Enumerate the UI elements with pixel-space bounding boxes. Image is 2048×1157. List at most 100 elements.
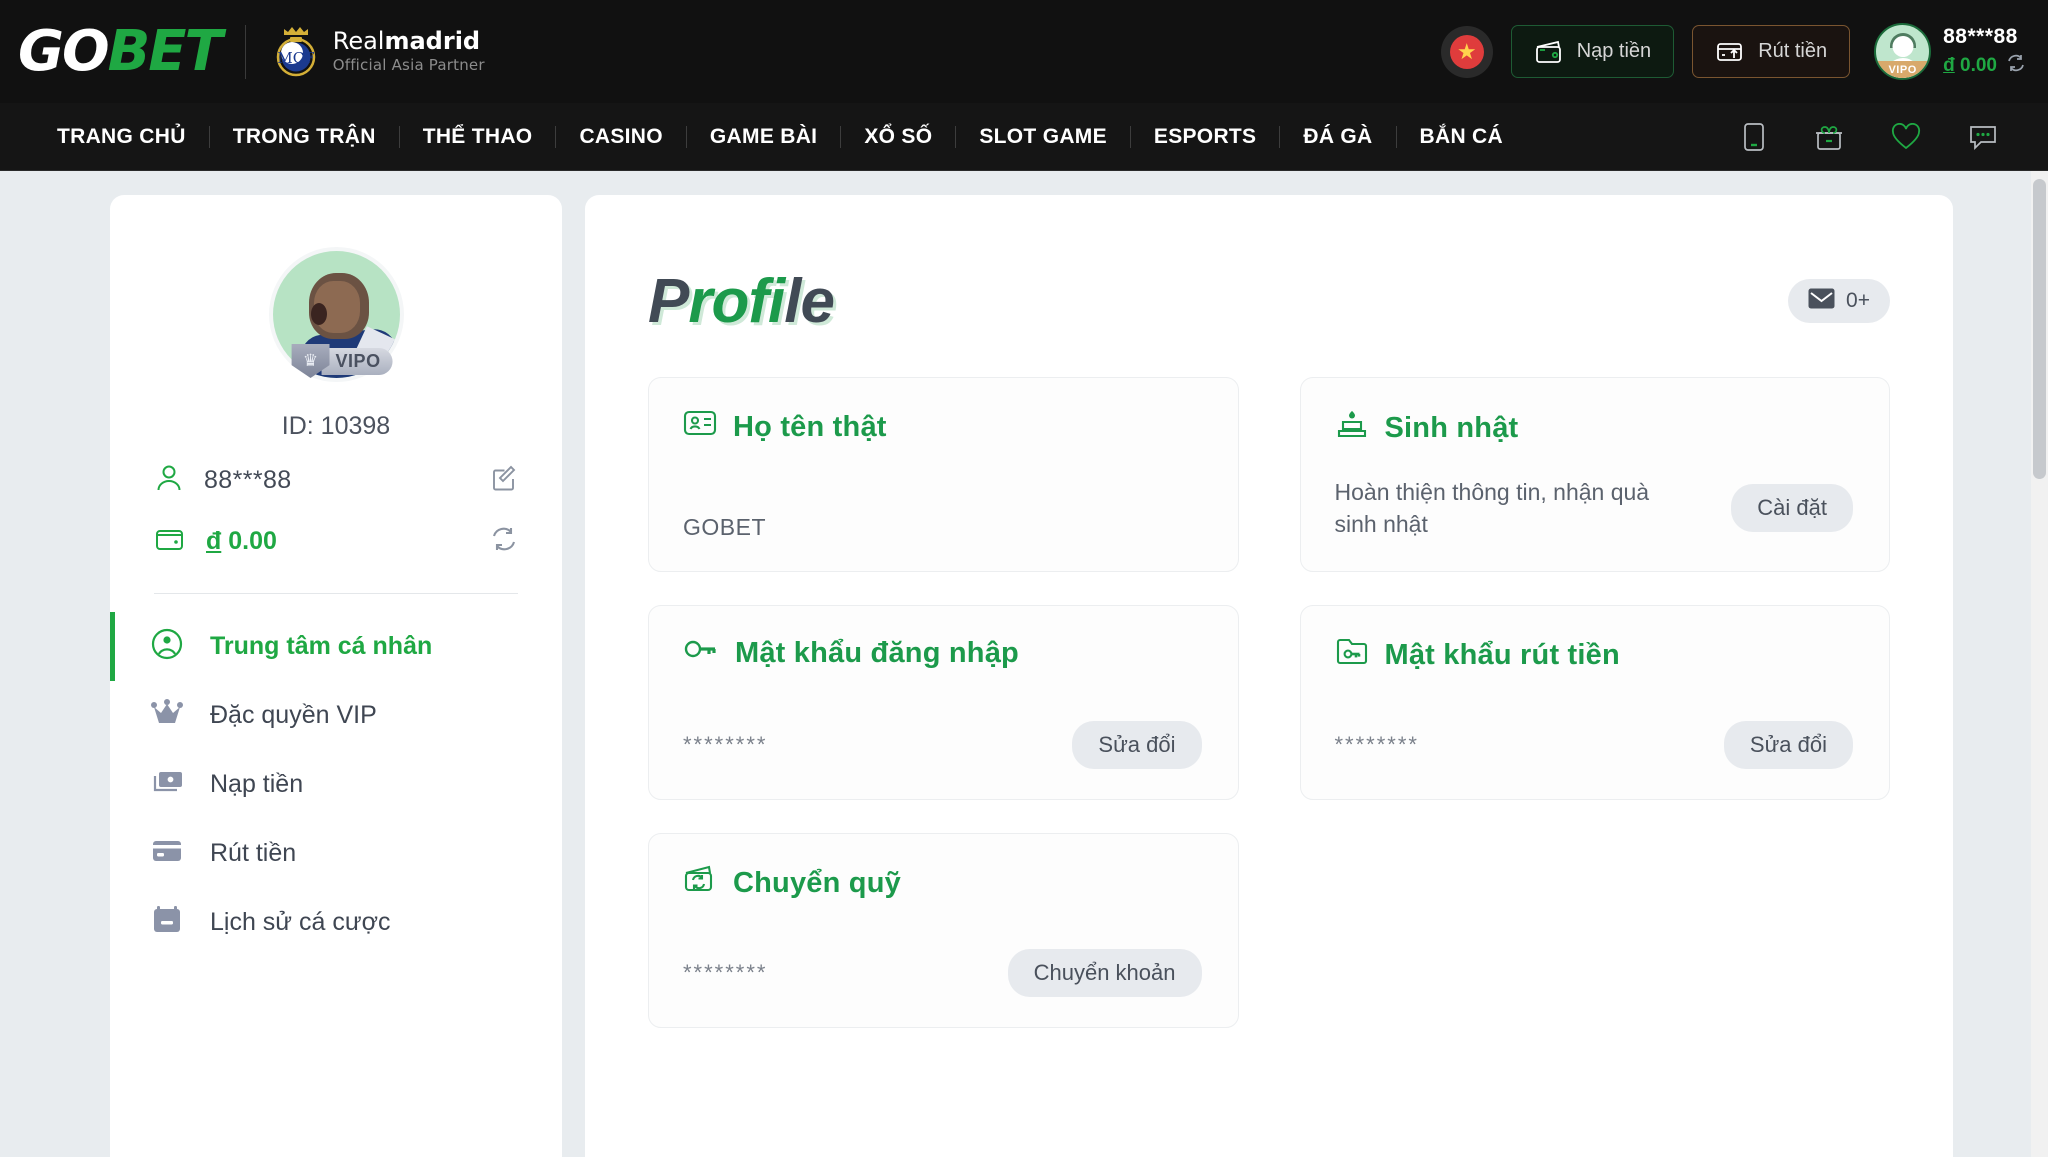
envelope-icon <box>1808 288 1835 314</box>
refresh-icon[interactable] <box>490 525 518 558</box>
main-header: Profile 0+ <box>648 271 1890 333</box>
transfer-value: ******** <box>683 960 768 985</box>
sidebar-item-lich-su-ca-cuoc[interactable]: Lịch sử cá cược <box>110 888 562 957</box>
id-card-icon <box>683 408 717 446</box>
nav-item-slot-game[interactable]: SLOT GAME <box>956 125 1130 149</box>
page-scrollbar[interactable] <box>2031 171 2048 1157</box>
scrollbar-thumb[interactable] <box>2033 179 2046 479</box>
card-sinh-nhat: Sinh nhật Hoàn thiện thông tin, nhận quà… <box>1299 377 1890 572</box>
top-header: GOBET MCF Realmadrid Official Asia Partn… <box>0 0 2048 103</box>
sidebar-item-nap-tien[interactable]: Nạp tiền <box>110 750 562 819</box>
logo-go-text: GO <box>18 18 110 84</box>
card-ho-ten-that: Họ tên thật GOBET <box>648 377 1239 572</box>
card-title-label: Mật khẩu rút tiền <box>1384 638 1620 671</box>
account-summary[interactable]: VIPO 88***88 đ 0.00 <box>1874 23 2026 80</box>
mobile-app-icon[interactable] <box>1741 122 1767 152</box>
sidebar-menu: Trung tâm cá nhân Đặc quyền VIP Nạp tiền… <box>110 612 562 957</box>
transfer-button[interactable]: Chuyển khoản <box>1007 949 1202 997</box>
nav-items: TRANG CHỦ TRONG TRẬN THỂ THAO CASINO GAM… <box>34 125 1526 149</box>
sidebar-username: 88***88 <box>204 466 292 494</box>
birthday-setup-button[interactable]: Cài đặt <box>1731 484 1853 533</box>
nav-item-game-bai[interactable]: GAME BÀI <box>687 125 840 149</box>
account-username: 88***88 <box>1943 25 2018 48</box>
nav-utility-icons <box>1741 122 2026 152</box>
folder-key-icon <box>1335 636 1369 674</box>
account-balance: đ 0.00 <box>1943 54 1997 76</box>
withdraw-password-value: ******** <box>1334 732 1419 757</box>
wallet-transfer-icon <box>683 864 717 902</box>
nav-item-casino[interactable]: CASINO <box>556 125 685 149</box>
card-mat-khau-rut-tien: Mật khẩu rút tiền ******** Sửa đổi <box>1299 605 1890 800</box>
sidebar-item-label: Đặc quyền VIP <box>210 701 377 729</box>
header-actions: ★ Nạp tiền Rút tiền VIPO 88***88 đ 0.00 <box>1440 23 2026 80</box>
flag-star-icon: ★ <box>1449 34 1484 69</box>
card-body: ******** Sửa đổi <box>683 699 1202 769</box>
crown-icon <box>150 697 184 734</box>
card-title-label: Sinh nhật <box>1384 411 1519 444</box>
sidebar-item-dac-quyen-vip[interactable]: Đặc quyền VIP <box>110 681 562 750</box>
mail-count: 0+ <box>1846 289 1870 312</box>
sidebar-item-label: Trung tâm cá nhân <box>210 632 433 660</box>
partner-subtitle: Official Asia Partner <box>332 55 485 74</box>
card-title: Chuyển quỹ <box>683 864 1202 902</box>
card-body: ******** Sửa đổi <box>1334 699 1853 769</box>
heart-icon[interactable] <box>1891 122 1921 151</box>
main-navigation: TRANG CHỦ TRONG TRẬN THỂ THAO CASINO GAM… <box>0 103 2048 171</box>
deposit-button[interactable]: Nạp tiền <box>1510 25 1675 78</box>
avatar[interactable]: VIPO <box>1874 23 1932 80</box>
chat-icon[interactable] <box>1968 123 1998 151</box>
card-title: Họ tên thật <box>683 408 1202 446</box>
nav-item-esports[interactable]: ESPORTS <box>1131 125 1279 149</box>
sidebar-item-label: Lịch sử cá cược <box>210 908 391 936</box>
nav-item-xo-so[interactable]: XỔ SỐ <box>841 125 955 149</box>
profile-sidebar: ♛ VIPO ID: 10398 88***88 đ 0.00 Trung tâ… <box>110 195 562 1157</box>
sidebar-username-row: 88***88 <box>154 441 518 520</box>
sidebar-item-rut-tien[interactable]: Rút tiền <box>110 819 562 888</box>
logo-text: GOBET <box>18 23 223 80</box>
vietnam-flag-icon[interactable]: ★ <box>1440 25 1493 78</box>
cash-icon <box>150 767 184 802</box>
nav-item-trong-tran[interactable]: TRONG TRẬN <box>210 125 399 149</box>
card-body: ******** Chuyển khoản <box>683 927 1202 997</box>
sidebar-avatar-wrap: ♛ VIPO <box>110 251 562 378</box>
nav-item-trang-chu[interactable]: TRANG CHỦ <box>34 125 209 149</box>
cake-icon <box>1335 408 1369 448</box>
user-id: ID: 10398 <box>281 412 391 440</box>
card-body: Hoàn thiện thông tin, nhận quà sinh nhật… <box>1335 454 1853 541</box>
nav-item-da-ga[interactable]: ĐÁ GÀ <box>1280 125 1395 149</box>
user-circle-icon <box>150 627 184 666</box>
edit-login-password-button[interactable]: Sửa đổi <box>1072 721 1202 769</box>
profile-cards-grid: Họ tên thật GOBET Sinh nhật Hoàn thiện t… <box>648 377 1890 1028</box>
nav-item-the-thao[interactable]: THỂ THAO <box>400 125 556 149</box>
refresh-icon[interactable] <box>2006 53 2026 78</box>
deposit-label: Nạp tiền <box>1576 40 1652 62</box>
card-title: Sinh nhật <box>1335 408 1854 448</box>
card-body: GOBET <box>683 492 1202 541</box>
card-title: Mật khẩu đăng nhập <box>683 636 1202 670</box>
card-title: Mật khẩu rút tiền <box>1335 636 1854 674</box>
card-icon <box>150 836 184 871</box>
real-madrid-crest-icon: MCF <box>270 23 322 81</box>
card-chuyen-quy: Chuyển quỹ ******** Chuyển khoản <box>648 833 1239 1028</box>
user-icon <box>154 463 184 498</box>
real-name-value: GOBET <box>683 514 767 540</box>
sidebar-item-trung-tam-ca-nhan[interactable]: Trung tâm cá nhân <box>110 612 562 681</box>
nav-item-ban-ca[interactable]: BẮN CÁ <box>1397 125 1526 149</box>
real-madrid-partner: MCF Realmadrid Official Asia Partner <box>270 23 485 81</box>
wallet-icon <box>154 524 186 559</box>
mail-badge[interactable]: 0+ <box>1788 279 1890 323</box>
edit-icon[interactable] <box>490 464 518 497</box>
sidebar-balance-row: đ 0.00 <box>154 520 518 581</box>
site-logo[interactable]: GOBET MCF Realmadrid Official Asia Partn… <box>18 23 485 81</box>
withdraw-label: Rút tiền <box>1758 40 1828 62</box>
card-title-label: Mật khẩu đăng nhập <box>735 636 1019 669</box>
key-icon <box>683 636 719 670</box>
withdraw-button[interactable]: Rút tiền <box>1692 25 1851 78</box>
page-title: Profile <box>648 267 835 336</box>
gift-icon[interactable] <box>1814 122 1844 152</box>
edit-withdraw-password-button[interactable]: Sửa đổi <box>1723 721 1853 769</box>
vip-badge: ♛ VIPO <box>291 344 393 378</box>
partner-text: Realmadrid Official Asia Partner <box>332 29 485 74</box>
sidebar-balance: đ 0.00 <box>206 527 277 555</box>
logo-divider <box>244 24 246 79</box>
